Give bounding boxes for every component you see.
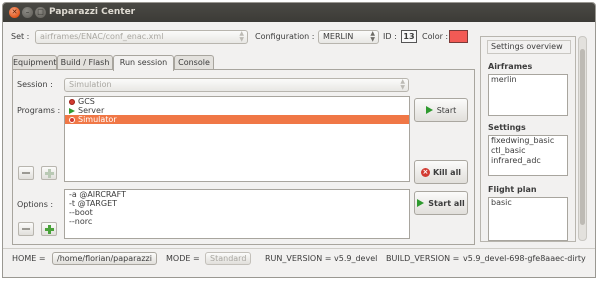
programs-list: GCS Server Simulator — [64, 96, 410, 182]
flight-plan-list: basic — [488, 197, 568, 241]
stopped-icon — [69, 98, 75, 105]
option-item[interactable]: -t @TARGET — [65, 199, 409, 208]
airframe-item[interactable]: merlin — [489, 75, 567, 85]
stopped-icon — [69, 116, 75, 123]
run-version-label: RUN_VERSION = — [265, 254, 332, 263]
session-label: Session : — [17, 80, 53, 89]
tab-run-session[interactable]: Run session — [113, 55, 174, 71]
settings-item[interactable]: ctl_basic — [489, 146, 567, 156]
scrollbar-thumb[interactable] — [580, 49, 585, 225]
options-label: Options : — [17, 200, 54, 209]
color-label: Color : — [422, 32, 449, 41]
id-value: 13 — [401, 30, 417, 43]
build-version-value: v5.9_devel-698-gfe8aaec-dirty — [463, 254, 586, 263]
main-window: ✕ – □ Paparazzi Center Set : airframes/E… — [2, 2, 596, 278]
program-item-label: Simulator — [78, 115, 117, 124]
combo-arrows-icon: ▲ ▼ — [400, 78, 405, 91]
settings-overview-title: Settings overview — [487, 40, 571, 54]
kill-all-button-label: Kill all — [432, 167, 462, 177]
id-label: ID : — [383, 32, 397, 41]
home-label: HOME = — [12, 254, 46, 263]
running-icon — [69, 107, 75, 114]
run-version-value: v5.9_devel — [334, 254, 378, 263]
plus-icon — [44, 224, 54, 234]
minus-icon — [22, 172, 30, 174]
build-version-label: BUILD_VERSION = — [386, 254, 460, 263]
set-value: airframes/ENAC/conf_enac.xml — [40, 32, 164, 41]
option-item[interactable]: --boot — [65, 208, 409, 217]
combo-arrows-icon: ▲ ▼ — [370, 30, 375, 43]
window-title: Paparazzi Center — [49, 7, 136, 17]
set-label: Set : — [11, 32, 30, 41]
remove-program-button[interactable] — [18, 166, 34, 180]
tab-build-flash[interactable]: Build / Flash — [57, 55, 113, 70]
title-bar: ✕ – □ Paparazzi Center — [3, 3, 595, 22]
settings-overview-panel: Settings overview Airframes merlin Setti… — [480, 36, 576, 242]
add-option-button[interactable] — [41, 222, 57, 236]
program-item-simulator[interactable]: Simulator — [65, 115, 409, 124]
mode-label: MODE = — [166, 254, 200, 263]
settings-item[interactable]: fixedwing_basic — [489, 136, 567, 146]
start-all-button[interactable]: Start all — [414, 191, 468, 215]
color-swatch[interactable] — [449, 30, 468, 43]
settings-item[interactable]: infrared_adc — [489, 156, 567, 166]
minus-icon — [22, 228, 30, 230]
close-icon[interactable]: ✕ — [9, 7, 20, 18]
tab-console[interactable]: Console — [174, 55, 214, 70]
configuration-combo[interactable]: MERLIN ▲ ▼ — [318, 30, 379, 44]
home-path-button[interactable]: /home/florian/paparazzi — [52, 252, 157, 265]
program-item-gcs[interactable]: GCS — [65, 97, 409, 106]
flight-plan-heading: Flight plan — [488, 185, 537, 194]
configuration-label: Configuration : — [255, 32, 315, 41]
program-item-server[interactable]: Server — [65, 106, 409, 115]
options-list: -a @AIRCRAFT -t @TARGET --boot --norc — [64, 189, 410, 239]
option-item[interactable]: --norc — [65, 217, 409, 226]
mode-button[interactable]: Standard — [205, 252, 252, 265]
option-item[interactable]: -a @AIRCRAFT — [65, 190, 409, 199]
tab-equipment[interactable]: Equipment — [12, 55, 57, 70]
play-icon — [425, 106, 433, 114]
settings-heading: Settings — [488, 123, 526, 132]
airframes-list: merlin — [488, 74, 568, 116]
plus-icon — [44, 168, 54, 178]
sidebar-scrollbar[interactable] — [578, 36, 587, 241]
settings-list: fixedwing_basic ctl_basic infrared_adc — [488, 135, 568, 176]
session-combo[interactable]: Simulation ▲ ▼ — [64, 78, 409, 92]
run-session-panel: Session : Simulation ▲ ▼ Programs : GCS S… — [12, 69, 475, 245]
programs-label: Programs : — [17, 106, 61, 115]
program-item-label: Server — [78, 106, 105, 115]
set-combo[interactable]: airframes/ENAC/conf_enac.xml ▲ ▼ — [35, 30, 248, 44]
remove-option-button[interactable] — [18, 222, 34, 236]
session-value: Simulation — [69, 80, 112, 89]
flight-plan-item[interactable]: basic — [489, 198, 567, 208]
airframes-heading: Airframes — [488, 62, 533, 71]
divider — [3, 248, 595, 249]
program-item-label: GCS — [78, 97, 95, 106]
kill-icon: × — [420, 167, 430, 177]
start-button-label: Start — [436, 105, 457, 115]
add-program-button[interactable] — [41, 166, 57, 180]
maximize-icon[interactable]: □ — [35, 7, 46, 18]
minimize-icon[interactable]: – — [22, 7, 33, 18]
start-all-button-label: Start all — [428, 198, 465, 208]
configuration-value: MERLIN — [323, 32, 354, 41]
combo-arrows-icon: ▲ ▼ — [239, 30, 244, 43]
play-icon — [417, 199, 425, 207]
kill-all-button[interactable]: × Kill all — [414, 160, 468, 184]
start-button[interactable]: Start — [414, 98, 468, 122]
